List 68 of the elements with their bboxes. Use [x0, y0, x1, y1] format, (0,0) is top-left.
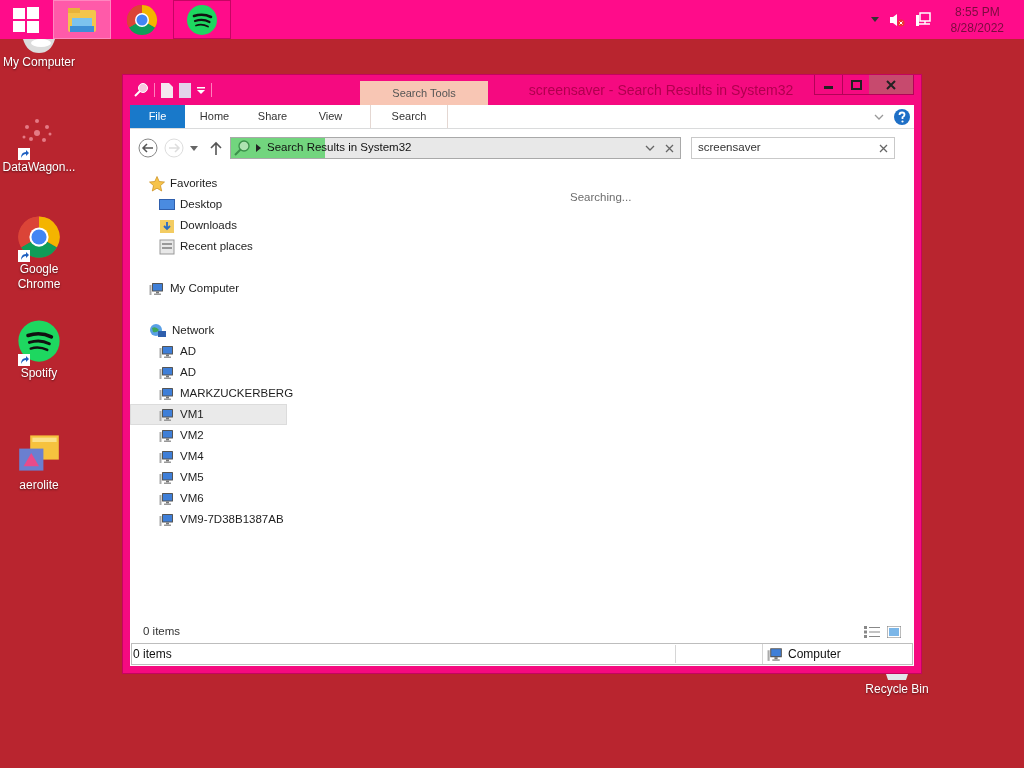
navigation-item[interactable]: Network [130, 320, 290, 341]
chevron-down-icon [874, 113, 884, 120]
desktop-icon-label[interactable]: Spotify [20, 366, 58, 381]
navigation-item[interactable]: VM2 [130, 425, 290, 446]
search-field[interactable]: screensaver [691, 137, 895, 159]
navigation-item[interactable]: VM9-7D38B1387AB [130, 509, 290, 530]
ribbon-tab[interactable]: File [130, 105, 185, 128]
navigation-item[interactable]: VM4 [130, 446, 290, 467]
navigation-item[interactable]: VM1 [130, 404, 287, 425]
spotify-icon [186, 3, 218, 36]
up-arrow-icon [210, 141, 222, 155]
address-bar[interactable]: Search Results in System32 [230, 137, 681, 159]
star-icon [149, 175, 165, 192]
network-globe-icon [149, 322, 167, 339]
clock-date: 8/28/2022 [950, 19, 1004, 36]
triangle-right-icon [256, 144, 261, 152]
navigation-item[interactable]: Downloads [130, 215, 290, 236]
desktop-icon-label[interactable]: My Computer [3, 55, 75, 70]
desktop-icon-label[interactable]: Recycle Bin [865, 682, 929, 697]
navigation-item[interactable]: Favorites [130, 173, 290, 194]
navigation-item[interactable]: My Computer [130, 278, 290, 299]
dropdown-icon [190, 145, 198, 151]
navigation-item[interactable]: VM6 [130, 488, 290, 509]
chrome-icon [126, 3, 158, 36]
status-location-text: Computer [788, 646, 841, 663]
navigation-item[interactable]: AD [130, 341, 290, 362]
network-icon [914, 11, 931, 28]
navigation-item[interactable]: AD [130, 362, 290, 383]
magnifier-icon [134, 83, 148, 97]
recent-places-icon [159, 238, 175, 255]
details-view-icon [864, 626, 880, 638]
chrome-icon [17, 215, 61, 259]
desktop-icon-label[interactable]: DataWagon... [2, 160, 76, 175]
search-icon [234, 140, 250, 156]
chevron-down-icon [645, 145, 655, 151]
status-items-text: 0 items [132, 645, 676, 663]
close-button[interactable] [869, 75, 913, 94]
searching-status-text: Searching... [570, 191, 632, 203]
help-icon [894, 108, 910, 125]
contextual-tab-label: Search Tools [360, 81, 488, 105]
spotify-icon [17, 319, 61, 363]
navigation-item[interactable]: Recent places [130, 236, 290, 257]
chevron-up-icon [870, 17, 879, 22]
maximize-icon [850, 79, 862, 90]
ribbon-tab[interactable]: Home [186, 105, 243, 128]
desktop-icon-label[interactable]: Google Chrome [0, 262, 78, 292]
item-count-text: 0 items [143, 624, 182, 640]
download-folder-icon [159, 217, 175, 234]
close-icon [886, 79, 896, 90]
ribbon-tab[interactable]: Share [244, 105, 301, 128]
ribbon-tab[interactable]: View [302, 105, 359, 128]
monitor-icon [159, 196, 175, 213]
document-icon [161, 82, 173, 98]
window-title: screensaver - Search Results in System32 [527, 80, 795, 100]
large-icons-view-icon [887, 626, 901, 638]
minimize-icon [824, 86, 833, 89]
clear-icon [879, 143, 888, 153]
navigation-item[interactable]: VM5 [130, 467, 290, 488]
windows-logo-icon [13, 6, 39, 33]
muted-speaker-icon [888, 12, 905, 27]
clock-time: 8:55 PM [954, 3, 1000, 20]
address-text: Search Results in System32 [267, 140, 412, 156]
ribbon-tab[interactable]: Search [370, 105, 448, 128]
taskbar-app-button[interactable] [173, 0, 231, 39]
navigation-item[interactable]: Desktop [130, 194, 290, 215]
desktop-icon-label[interactable]: aerolite [19, 478, 59, 493]
close-icon [665, 143, 674, 153]
dropdown-icon [197, 86, 205, 94]
